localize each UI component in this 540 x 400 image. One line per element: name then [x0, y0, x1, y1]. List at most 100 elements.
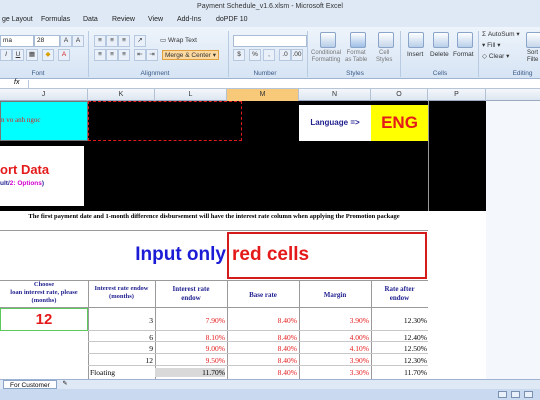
align-middle-icon[interactable]: ≡ [106, 35, 118, 47]
note-cell[interactable]: n vo anh ngoc [0, 101, 88, 141]
header-after: Rate after endow [384, 285, 415, 302]
delete-button[interactable]: Delete [430, 51, 449, 58]
tab-view[interactable]: View [148, 16, 163, 23]
increase-decimal-icon[interactable]: .0 [279, 49, 291, 61]
align-left-icon[interactable]: ≡ [94, 49, 106, 61]
font-group-label: Font [31, 70, 45, 77]
font-name-box[interactable]: ma [0, 35, 34, 47]
sort-filter-icon[interactable] [526, 32, 540, 48]
col-header-m[interactable]: M [227, 89, 299, 101]
font-color-button[interactable]: A [58, 49, 70, 61]
period-cell[interactable]: 12 [88, 356, 154, 365]
normal-view-icon[interactable] [498, 391, 507, 398]
base-cell[interactable]: 8.40% [227, 333, 297, 342]
period-cell[interactable]: 6 [88, 333, 153, 342]
conditional-formatting-label[interactable]: Conditional Formatting [311, 50, 341, 64]
base-cell[interactable]: 8.40% [227, 344, 297, 353]
fill-button[interactable]: ▾ Fill ▾ [482, 41, 500, 49]
underline-button[interactable]: U [12, 49, 24, 61]
fill-color-button[interactable]: ◆ [42, 49, 54, 61]
align-top-icon[interactable]: ≡ [94, 35, 106, 47]
italic-button[interactable]: I [0, 49, 12, 61]
insert-icon[interactable] [408, 32, 424, 48]
after-cell[interactable]: 12.30% [371, 356, 427, 365]
cells-group-label: Cells [432, 70, 448, 77]
margin-cell[interactable]: 3.90% [299, 316, 369, 325]
format-as-table-icon[interactable] [350, 32, 366, 48]
after-cell[interactable]: 11.70% [371, 368, 427, 377]
col-header-o[interactable]: O [371, 89, 428, 101]
decrease-indent-icon[interactable]: ⇤ [134, 49, 146, 61]
dashed-selection [88, 101, 242, 141]
font-size-box[interactable]: 28 [34, 35, 60, 47]
endow-cell[interactable]: 9.00% [155, 344, 225, 353]
margin-cell[interactable]: 3.30% [299, 368, 369, 377]
sheet-tab-for-customer[interactable]: For Customer [3, 380, 57, 389]
tab-review[interactable]: Review [112, 16, 135, 23]
grow-font-button[interactable]: A [60, 35, 72, 47]
period-cell[interactable]: Floating [90, 368, 150, 377]
insert-button[interactable]: Insert [407, 51, 423, 58]
format-as-table-label[interactable]: Format as Table [345, 50, 367, 64]
endow-cell[interactable]: 7.90% [155, 316, 225, 325]
format-button[interactable]: Format [453, 51, 474, 58]
ribbon-tabs: ge Layout Formulas Data Review View Add-… [0, 14, 540, 27]
decrease-decimal-icon[interactable]: .00 [291, 49, 303, 61]
period-cell[interactable]: 9 [88, 344, 153, 353]
tab-formulas[interactable]: Formulas [41, 16, 70, 23]
language-value-cell[interactable]: ENG [371, 105, 428, 141]
autosum-button[interactable]: Σ AutoSum ▾ [482, 30, 520, 38]
comma-button[interactable]: , [263, 49, 275, 61]
delete-icon[interactable] [433, 32, 449, 48]
percent-button[interactable]: % [249, 49, 261, 61]
sort-data-cell[interactable]: ort Data ult/2: Options) [0, 146, 84, 206]
editing-group-label: Editing [512, 70, 533, 77]
sort-data-subtitle: ult/2: Options) [0, 180, 44, 187]
tab-add-ins[interactable]: Add-Ins [177, 16, 201, 23]
currency-button[interactable]: $ [233, 49, 245, 61]
period-cell[interactable]: 3 [88, 316, 153, 325]
margin-cell[interactable]: 4.00% [299, 333, 369, 342]
base-cell[interactable]: 8.40% [227, 356, 297, 365]
increase-indent-icon[interactable]: ⇥ [146, 49, 158, 61]
base-cell[interactable]: 8.40% [227, 368, 297, 377]
endow-cell[interactable]: 11.70% [155, 368, 225, 377]
number-format-box[interactable] [233, 35, 307, 47]
new-sheet-icon[interactable]: ✎ [58, 380, 72, 389]
merge-center-button[interactable]: Merge & Center ▾ [162, 50, 219, 60]
tab-dopdf[interactable]: doPDF 10 [216, 16, 248, 23]
align-bottom-icon[interactable]: ≡ [118, 35, 130, 47]
orientation-icon[interactable]: ↗ [134, 35, 146, 47]
endow-cell[interactable]: 8.10% [155, 333, 225, 342]
base-cell[interactable]: 8.40% [227, 316, 297, 325]
formula-input[interactable] [28, 80, 540, 88]
clear-button[interactable]: ◇ Clear ▾ [482, 52, 509, 60]
col-header-p[interactable]: P [428, 89, 486, 101]
margin-cell[interactable]: 3.90% [299, 356, 369, 365]
after-cell[interactable]: 12.30% [371, 316, 427, 325]
endow-cell[interactable]: 9.50% [155, 356, 225, 365]
after-cell[interactable]: 12.50% [371, 344, 427, 353]
borders-button[interactable]: ▦ [26, 49, 38, 61]
tab-data[interactable]: Data [83, 16, 98, 23]
col-header-l[interactable]: L [155, 89, 227, 101]
tab-page-layout[interactable]: ge Layout [2, 16, 33, 23]
align-right-icon[interactable]: ≡ [118, 49, 130, 61]
conditional-formatting-icon[interactable] [320, 32, 336, 48]
fx-icon[interactable]: fx [14, 79, 19, 86]
shrink-font-button[interactable]: A [72, 35, 84, 47]
align-center-icon[interactable]: ≡ [106, 49, 118, 61]
col-header-j[interactable]: J [0, 89, 88, 101]
margin-cell[interactable]: 4.10% [299, 344, 369, 353]
col-header-n[interactable]: N [299, 89, 371, 101]
after-cell[interactable]: 12.40% [371, 333, 427, 342]
sort-filter-label[interactable]: Sort Filte [527, 50, 538, 64]
cell-styles-label[interactable]: Cell Styles [376, 50, 392, 64]
wrap-text-button[interactable]: ▭ Wrap Text [160, 36, 197, 44]
page-break-view-icon[interactable] [524, 391, 533, 398]
loan-rate-choice-input[interactable]: 12 [0, 308, 88, 331]
page-layout-view-icon[interactable] [511, 391, 520, 398]
cell-styles-icon[interactable] [378, 32, 394, 48]
format-icon[interactable] [457, 32, 473, 48]
col-header-k[interactable]: K [88, 89, 155, 101]
